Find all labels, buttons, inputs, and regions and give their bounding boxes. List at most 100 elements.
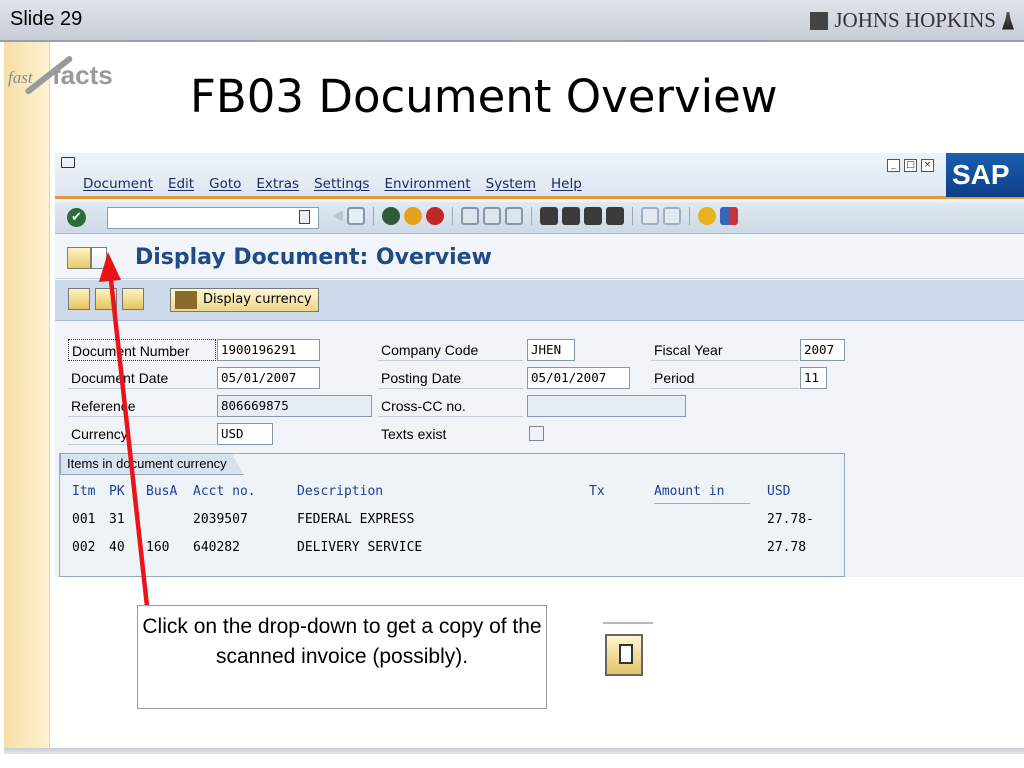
maximize-icon[interactable]: □ (904, 159, 917, 172)
row-amount: 27.78- (767, 512, 814, 527)
standard-toolbar: ✔ (55, 202, 1024, 234)
col-itm[interactable]: Itm (72, 481, 95, 503)
display-header-icon[interactable] (68, 288, 90, 310)
row-acct: 2039507 (193, 512, 248, 527)
menu-window-icon[interactable] (61, 157, 75, 168)
col-currency[interactable]: USD (767, 481, 790, 503)
print-icon[interactable] (461, 207, 479, 225)
fiscal-year-field[interactable]: 2007 (800, 339, 845, 361)
slide-number: Slide 29 (10, 8, 83, 30)
posting-date-label: Posting Date (378, 367, 523, 389)
previous-page-icon[interactable] (562, 207, 580, 225)
fiscal-year-label: Fiscal Year (651, 339, 799, 361)
document-date-field[interactable]: 05/01/2007 (217, 367, 320, 389)
screen-title-bar: Display Document: Overview (55, 235, 1024, 279)
sap-window: Document Edit Goto Extras Settings Envir… (55, 153, 1024, 577)
col-description[interactable]: Description (297, 481, 383, 503)
save-icon[interactable] (347, 207, 365, 225)
institution-logo: JOHNS HOPKINS (810, 8, 1014, 33)
sap-menu-bar: Document Edit Goto Extras Settings Envir… (55, 153, 1024, 199)
slide-title: FB03 Document Overview (190, 70, 778, 123)
shortcut-icon[interactable] (663, 207, 681, 225)
menu-goto[interactable]: Goto (209, 176, 241, 192)
bottom-divider (4, 748, 1024, 754)
document-icon (619, 644, 633, 664)
close-icon[interactable]: × (921, 159, 934, 172)
table-row[interactable]: 002 40 160 640282 DELIVERY SERVICE 27.78 (72, 537, 842, 559)
taxes-icon[interactable] (95, 288, 117, 310)
document-number-field[interactable]: 1900196291 (217, 339, 320, 361)
currency-field[interactable]: USD (217, 423, 273, 445)
row-amount: 27.78 (767, 540, 807, 555)
reference-label: Reference (68, 395, 216, 417)
company-code-field[interactable]: JHEN (527, 339, 575, 361)
exit-icon[interactable] (404, 207, 422, 225)
menu-edit[interactable]: Edit (168, 176, 194, 192)
menu-settings[interactable]: Settings (314, 176, 369, 192)
period-field[interactable]: 11 (800, 367, 827, 389)
currency-label: Currency (68, 423, 216, 445)
sap-logo: SAP (946, 153, 1024, 197)
zoomed-dropdown-button (605, 634, 643, 676)
items-tab[interactable]: Items in document currency (60, 453, 244, 475)
next-page-icon[interactable] (584, 207, 602, 225)
command-history-dropdown-icon[interactable] (299, 210, 310, 224)
row-desc: FEDERAL EXPRESS (297, 512, 415, 527)
create-session-icon[interactable] (641, 207, 659, 225)
zoomed-dropdown-illustration (603, 622, 653, 678)
texts-exist-checkbox[interactable] (529, 426, 544, 441)
back-triangle-icon[interactable] (333, 210, 343, 222)
row-busa: 160 (146, 540, 170, 555)
application-toolbar: Display currency (55, 280, 1024, 321)
row-desc: DELIVERY SERVICE (297, 540, 423, 555)
institution-name: JOHNS HOPKINS (834, 8, 996, 32)
command-field[interactable] (107, 207, 319, 229)
first-page-icon[interactable] (540, 207, 558, 225)
display-currency-label: Display currency (203, 292, 312, 307)
layout-menu-icon[interactable] (720, 207, 738, 225)
last-page-icon[interactable] (606, 207, 624, 225)
fast-facts-logo: fast facts (8, 54, 120, 122)
row-pk: 40 (109, 540, 125, 555)
document-date-label: Document Date (68, 367, 216, 389)
services-dropdown-icon[interactable] (91, 247, 107, 269)
display-document-icon[interactable] (122, 288, 144, 310)
services-for-object-buttons (67, 247, 107, 269)
menu-extras[interactable]: Extras (256, 176, 299, 192)
cross-cc-no-label: Cross-CC no. (378, 395, 523, 417)
window-controls: _ □ × (887, 159, 934, 172)
col-busa[interactable]: BusA (146, 481, 177, 503)
row-itm: 002 (72, 540, 96, 555)
items-header-row: Itm PK BusA Acct no. Description Tx Amou… (72, 481, 842, 504)
menu-help[interactable]: Help (551, 176, 582, 192)
back-icon[interactable] (382, 207, 400, 225)
col-tx[interactable]: Tx (589, 481, 605, 503)
row-acct: 640282 (193, 540, 240, 555)
find-icon[interactable] (483, 207, 501, 225)
cross-cc-no-field[interactable] (527, 395, 686, 417)
slide-header-bar: Slide 29 JOHNS HOPKINS (0, 0, 1024, 42)
statue-icon (1002, 11, 1014, 30)
reference-field[interactable]: 806669875 (217, 395, 372, 417)
menu-items: Document Edit Goto Extras Settings Envir… (83, 176, 582, 192)
toolbar-icons (333, 207, 738, 225)
col-pk[interactable]: PK (109, 481, 125, 503)
menu-document[interactable]: Document (83, 176, 153, 192)
sap-logo-text: SAP (952, 159, 1010, 190)
posting-date-field[interactable]: 05/01/2007 (527, 367, 630, 389)
col-amount[interactable]: Amount in (654, 481, 750, 504)
cancel-icon[interactable] (426, 207, 444, 225)
left-decorative-stripe (4, 42, 50, 752)
logo-word-fast: fast (8, 68, 33, 87)
help-icon[interactable] (698, 207, 716, 225)
period-label: Period (651, 367, 799, 389)
table-row[interactable]: 001 31 2039507 FEDERAL EXPRESS 27.78- (72, 509, 842, 531)
menu-system[interactable]: System (486, 176, 536, 192)
col-acct-no[interactable]: Acct no. (193, 481, 256, 503)
minimize-icon[interactable]: _ (887, 159, 900, 172)
display-currency-button[interactable]: Display currency (170, 288, 319, 312)
services-for-object-icon[interactable] (67, 247, 91, 269)
enter-checkmark-icon[interactable]: ✔ (67, 208, 86, 227)
find-next-icon[interactable] (505, 207, 523, 225)
menu-environment[interactable]: Environment (384, 176, 470, 192)
